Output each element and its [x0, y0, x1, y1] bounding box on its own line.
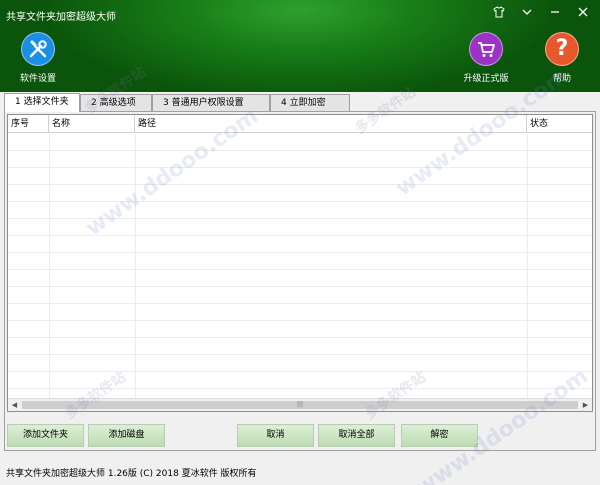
tab-select-folder[interactable]: 1 选择文件夹	[4, 93, 80, 112]
list-rows	[8, 134, 592, 400]
scroll-right-icon[interactable]: ▶	[579, 399, 592, 411]
cancel-all-button[interactable]: 取消全部	[318, 424, 395, 447]
list-header: 序号 名称 路径 状态	[8, 115, 592, 133]
minimize-icon[interactable]	[548, 6, 562, 20]
window-controls	[492, 6, 590, 20]
column-header-status[interactable]: 状态	[527, 115, 592, 133]
grip-icon: |||	[296, 401, 304, 408]
title-bar: 共享文件夹加密超级大师 软件设置 升级正式版 ? 帮助	[0, 0, 600, 92]
scroll-left-icon[interactable]: ◀	[8, 399, 21, 411]
column-header-index[interactable]: 序号	[8, 115, 49, 133]
folder-list[interactable]: 序号 名称 路径 状态 ◀ ||| ▶	[7, 114, 593, 412]
decrypt-button[interactable]: 解密	[401, 424, 478, 447]
tab-bar: 1 选择文件夹 2 高级选项 3 普通用户权限设置 4 立即加密	[4, 93, 596, 112]
settings-label: 软件设置	[19, 74, 56, 84]
close-icon[interactable]	[576, 6, 590, 20]
window-title: 共享文件夹加密超级大师	[6, 12, 116, 23]
tools-icon	[21, 32, 55, 66]
column-divider	[527, 134, 528, 400]
add-disk-button[interactable]: 添加磁盘	[88, 424, 165, 447]
column-header-name[interactable]: 名称	[49, 115, 135, 133]
question-icon: ?	[545, 32, 579, 66]
tab-permissions[interactable]: 3 普通用户权限设置	[152, 94, 270, 111]
settings-button[interactable]: 软件设置	[8, 32, 68, 84]
upgrade-button[interactable]: 升级正式版	[456, 32, 516, 84]
tab-encrypt-now[interactable]: 4 立即加密	[270, 94, 350, 111]
tab-advanced[interactable]: 2 高级选项	[80, 94, 152, 111]
column-header-path[interactable]: 路径	[135, 115, 527, 133]
horizontal-scrollbar[interactable]: ◀ ||| ▶	[8, 398, 592, 411]
cart-icon	[469, 32, 503, 66]
skin-icon[interactable]	[492, 6, 506, 20]
scroll-thumb[interactable]: |||	[22, 401, 578, 409]
status-bar: 共享文件夹加密超级大师 1.26版 (C) 2018 夏冰软件 版权所有	[6, 469, 257, 479]
upgrade-label: 升级正式版	[463, 74, 509, 84]
help-label: 帮助	[552, 74, 571, 84]
add-folder-button[interactable]: 添加文件夹	[7, 424, 84, 447]
tab-panel: 序号 名称 路径 状态 ◀ ||| ▶ 添加文件夹 添加磁盘 取消 取消全部 解…	[4, 111, 596, 451]
cancel-button[interactable]: 取消	[237, 424, 314, 447]
column-divider	[49, 134, 50, 400]
menu-icon[interactable]	[520, 6, 534, 20]
column-divider	[135, 134, 136, 400]
help-button[interactable]: ? 帮助	[532, 32, 592, 84]
